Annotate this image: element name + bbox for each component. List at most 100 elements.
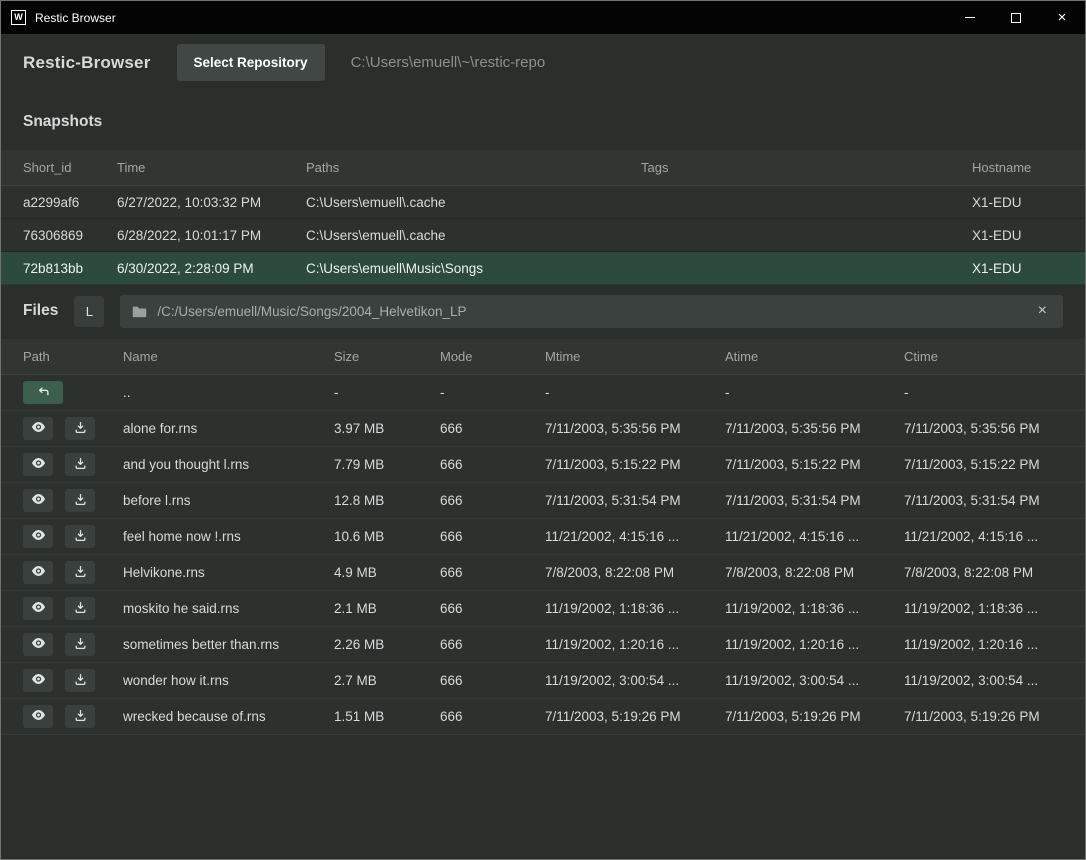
snapshot-row[interactable]: 76306869 6/28/2022, 10:01:17 PM C:\Users… bbox=[1, 219, 1085, 252]
download-file-button[interactable] bbox=[65, 489, 95, 512]
preview-file-button[interactable] bbox=[23, 453, 53, 476]
select-repository-button[interactable]: Select Repository bbox=[177, 44, 325, 81]
snapshot-short-id: 72b813bb bbox=[23, 261, 117, 276]
file-ctime: 11/19/2002, 1:18:36 ... bbox=[904, 601, 1063, 616]
snapshot-row[interactable]: a2299af6 6/27/2022, 10:03:32 PM C:\Users… bbox=[1, 186, 1085, 219]
files-bar: Files L /C:/Users/emuell/Music/Songs/200… bbox=[1, 285, 1085, 337]
column-header-mtime: Mtime bbox=[545, 349, 725, 364]
files-heading: Files bbox=[23, 302, 58, 320]
file-row[interactable]: moskito he said.rns 2.1 MB 666 11/19/200… bbox=[1, 591, 1085, 627]
column-header-short-id: Short_id bbox=[23, 160, 117, 175]
file-row[interactable]: and you thought l.rns 7.79 MB 666 7/11/2… bbox=[1, 447, 1085, 483]
download-icon bbox=[74, 565, 87, 581]
download-file-button[interactable] bbox=[65, 705, 95, 728]
file-mode: 666 bbox=[440, 709, 545, 724]
preview-file-button[interactable] bbox=[23, 597, 53, 620]
file-row[interactable]: Helvikone.rns 4.9 MB 666 7/8/2003, 8:22:… bbox=[1, 555, 1085, 591]
maximize-button[interactable] bbox=[993, 1, 1039, 34]
app-header: Restic-Browser Select Repository C:\User… bbox=[1, 34, 1085, 91]
preview-file-button[interactable] bbox=[23, 669, 53, 692]
column-header-paths: Paths bbox=[306, 160, 641, 175]
file-name: wonder how it.rns bbox=[123, 673, 334, 688]
file-row[interactable]: sometimes better than.rns 2.26 MB 666 11… bbox=[1, 627, 1085, 663]
file-row[interactable]: wonder how it.rns 2.7 MB 666 11/19/2002,… bbox=[1, 663, 1085, 699]
file-ctime: 11/21/2002, 4:15:16 ... bbox=[904, 529, 1063, 544]
maximize-icon bbox=[1011, 13, 1021, 23]
file-mtime: 11/19/2002, 1:20:16 ... bbox=[545, 637, 725, 652]
file-size: 1.51 MB bbox=[334, 709, 440, 724]
files-path-bar[interactable]: /C:/Users/emuell/Music/Songs/2004_Helvet… bbox=[120, 295, 1063, 328]
file-atime: 7/11/2003, 5:31:54 PM bbox=[725, 493, 904, 508]
go-to-parent-button[interactable] bbox=[23, 381, 63, 404]
file-atime: 7/8/2003, 8:22:08 PM bbox=[725, 565, 904, 580]
eye-icon bbox=[31, 493, 46, 508]
file-atime: 11/19/2002, 3:00:54 ... bbox=[725, 673, 904, 688]
download-file-button[interactable] bbox=[65, 525, 95, 548]
snapshots-heading: Snapshots bbox=[1, 91, 1085, 150]
file-mtime: 7/11/2003, 5:31:54 PM bbox=[545, 493, 725, 508]
file-name: Helvikone.rns bbox=[123, 565, 334, 580]
file-row[interactable]: wrecked because of.rns 1.51 MB 666 7/11/… bbox=[1, 699, 1085, 735]
minimize-button[interactable] bbox=[947, 1, 993, 34]
file-size: - bbox=[334, 385, 440, 400]
download-file-button[interactable] bbox=[65, 561, 95, 584]
clear-path-button[interactable]: × bbox=[1034, 301, 1051, 321]
column-header-ctime: Ctime bbox=[904, 349, 1063, 364]
file-row[interactable]: alone for.rns 3.97 MB 666 7/11/2003, 5:3… bbox=[1, 411, 1085, 447]
column-header-atime: Atime bbox=[725, 349, 904, 364]
preview-file-button[interactable] bbox=[23, 633, 53, 656]
files-current-path: /C:/Users/emuell/Music/Songs/2004_Helvet… bbox=[157, 304, 466, 319]
preview-file-button[interactable] bbox=[23, 525, 53, 548]
file-size: 10.6 MB bbox=[334, 529, 440, 544]
snapshot-time: 6/30/2022, 2:28:09 PM bbox=[117, 261, 306, 276]
file-ctime: 7/8/2003, 8:22:08 PM bbox=[904, 565, 1063, 580]
column-header-hostname: Hostname bbox=[972, 160, 1063, 175]
column-header-name: Name bbox=[123, 349, 334, 364]
app-icon: W bbox=[11, 10, 26, 25]
file-ctime: 7/11/2003, 5:35:56 PM bbox=[904, 421, 1063, 436]
preview-file-button[interactable] bbox=[23, 417, 53, 440]
file-mtime: - bbox=[545, 385, 725, 400]
download-file-button[interactable] bbox=[65, 633, 95, 656]
eye-icon bbox=[31, 457, 46, 472]
column-header-tags: Tags bbox=[641, 160, 972, 175]
preview-file-button[interactable] bbox=[23, 561, 53, 584]
app-window: W Restic Browser × Restic-Browser Select… bbox=[0, 0, 1086, 860]
file-atime: - bbox=[725, 385, 904, 400]
download-icon bbox=[74, 637, 87, 653]
eye-icon bbox=[31, 673, 46, 688]
parent-directory-row[interactable]: .. - - - - - bbox=[1, 375, 1085, 411]
file-mode: 666 bbox=[440, 529, 545, 544]
download-file-button[interactable] bbox=[65, 669, 95, 692]
eye-icon bbox=[31, 637, 46, 652]
file-ctime: - bbox=[904, 385, 1063, 400]
title-bar[interactable]: W Restic Browser × bbox=[1, 1, 1085, 34]
file-row[interactable]: feel home now !.rns 10.6 MB 666 11/21/20… bbox=[1, 519, 1085, 555]
download-file-button[interactable] bbox=[65, 453, 95, 476]
column-header-mode: Mode bbox=[440, 349, 545, 364]
file-mtime: 7/11/2003, 5:35:56 PM bbox=[545, 421, 725, 436]
files-list-mode-button[interactable]: L bbox=[74, 296, 104, 327]
preview-file-button[interactable] bbox=[23, 705, 53, 728]
file-mtime: 11/19/2002, 3:00:54 ... bbox=[545, 673, 725, 688]
file-size: 3.97 MB bbox=[334, 421, 440, 436]
preview-file-button[interactable] bbox=[23, 489, 53, 512]
file-size: 2.1 MB bbox=[334, 601, 440, 616]
file-row[interactable]: before l.rns 12.8 MB 666 7/11/2003, 5:31… bbox=[1, 483, 1085, 519]
snapshot-row[interactable]: 72b813bb 6/30/2022, 2:28:09 PM C:\Users\… bbox=[1, 252, 1085, 285]
download-file-button[interactable] bbox=[65, 417, 95, 440]
download-file-button[interactable] bbox=[65, 597, 95, 620]
column-header-time: Time bbox=[117, 160, 306, 175]
file-name: before l.rns bbox=[123, 493, 334, 508]
close-button[interactable]: × bbox=[1039, 1, 1085, 34]
file-mode: 666 bbox=[440, 637, 545, 652]
file-atime: 7/11/2003, 5:35:56 PM bbox=[725, 421, 904, 436]
column-header-size: Size bbox=[334, 349, 440, 364]
snapshot-hostname: X1-EDU bbox=[972, 261, 1063, 276]
eye-icon bbox=[31, 421, 46, 436]
file-mode: 666 bbox=[440, 457, 545, 472]
file-name: .. bbox=[123, 385, 334, 400]
file-atime: 11/19/2002, 1:18:36 ... bbox=[725, 601, 904, 616]
file-mode: 666 bbox=[440, 601, 545, 616]
file-mode: 666 bbox=[440, 565, 545, 580]
